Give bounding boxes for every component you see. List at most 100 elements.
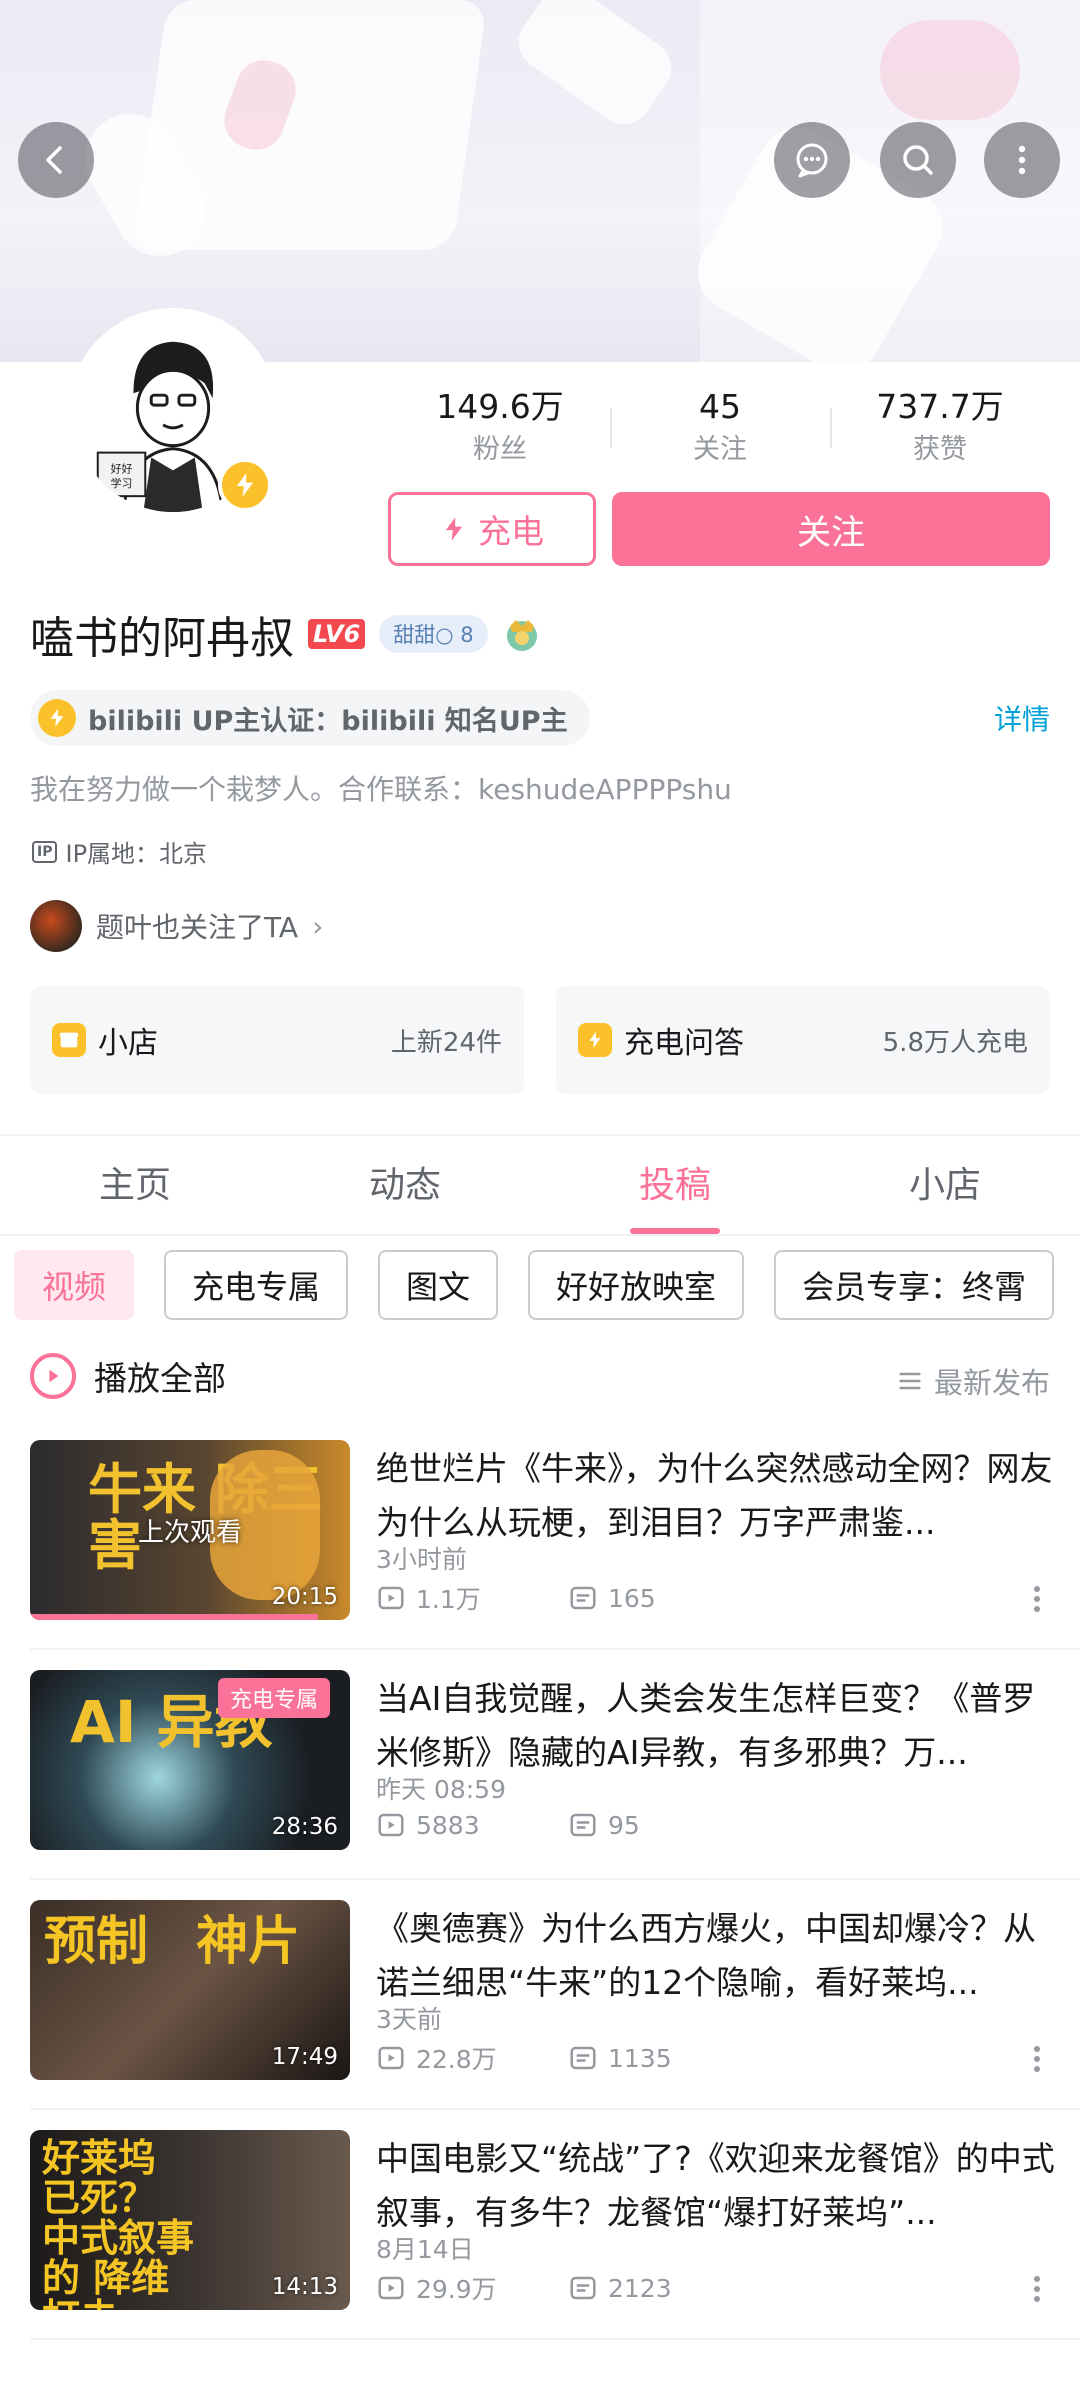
verified-lightning-icon: [38, 699, 76, 737]
charge-qa-card[interactable]: 充电问答 5.8万人充电: [556, 986, 1050, 1094]
stat-label: 关注: [693, 434, 747, 465]
play-all-label: 播放全部: [94, 1359, 226, 1398]
stat-value: 45: [699, 387, 741, 426]
tab-uploads[interactable]: 投稿: [540, 1148, 810, 1234]
charge-button[interactable]: 充电: [388, 492, 596, 566]
more-vertical-icon[interactable]: [1034, 1582, 1042, 1616]
verification-badge: bilibili UP主认证：bilibili 知名UP主: [30, 690, 590, 746]
card-subtitle: 5.8万人充电: [882, 1027, 1028, 1058]
tab-dynamic[interactable]: 动态: [270, 1148, 540, 1234]
video-thumbnail: 牛来 除三害 上次观看 20:15: [30, 1440, 350, 1620]
video-item[interactable]: 好莱坞 已死？ 中式叙事的 降维打击 14:13 中国电影又“统战”了?《欢迎来…: [30, 2130, 1080, 2360]
filter-video[interactable]: 视频: [14, 1250, 135, 1320]
video-publish-time: 3天前: [376, 2005, 442, 2034]
details-link[interactable]: 详情: [994, 698, 1050, 738]
ip-location-text: IP属地：北京: [65, 840, 208, 868]
ip-location: IP IP属地：北京: [32, 834, 207, 869]
message-button[interactable]: [774, 122, 850, 198]
card-title: 充电问答: [624, 1026, 744, 1061]
charge-qa-icon: [578, 1023, 612, 1057]
video-duration: 28:36: [271, 1814, 338, 1840]
search-icon: [903, 145, 933, 175]
filter-cinema[interactable]: 好好放映室: [528, 1250, 745, 1320]
video-title: 绝世烂片《牛来》，为什么突然感动全网？网友为什么从玩梗，到泪目？万字严肃鉴...: [376, 1449, 1053, 1542]
tab-home[interactable]: 主页: [0, 1148, 270, 1234]
follow-button-label: 关注: [797, 512, 865, 553]
video-item[interactable]: 牛来 除三害 上次观看 20:15 绝世烂片《牛来》，为什么突然感动全网？网友为…: [30, 1440, 1080, 1670]
video-thumbnail: 好莱坞 已死？ 中式叙事的 降维打击 14:13: [30, 2130, 350, 2310]
video-publish-time: 8月14日: [376, 2235, 474, 2264]
video-duration: 20:15: [271, 1584, 338, 1610]
danmaku-icon: [570, 2276, 596, 2300]
bio: 我在努力做一个栽梦人。合作联系：keshudeAPPPPshu: [30, 773, 732, 806]
filter-member-exclusive[interactable]: 会员专享：终霄: [774, 1250, 1055, 1320]
profile-stats: 149.6万 粉丝 45 关注 737.7万 获赞: [390, 384, 1050, 474]
verification-text: bilibili UP主认证：bilibili 知名UP主: [88, 705, 568, 737]
avatar-book-text: 好好: [111, 461, 133, 475]
view-count: 1.1万: [416, 1585, 481, 1614]
name-row: 嗑书的阿冉叔 LV6 甜甜○ 8: [30, 604, 542, 664]
video-publish-time: 昨天 08:59: [376, 1775, 506, 1804]
item-divider: [30, 2108, 1080, 2110]
danmaku-icon: [570, 1586, 596, 1610]
video-title: 中国电影又“统战”了?《欢迎来龙餐馆》的中式叙事，有多牛？龙餐馆“爆打好莱坞”.…: [376, 2139, 1055, 2232]
video-title: 《奥德赛》为什么西方爆火，中国却爆冷？从诺兰细思“牛来”的12个隐喻，看好莱坞.…: [376, 1909, 1036, 2002]
stat-label: 粉丝: [473, 434, 527, 465]
stat-value: 149.6万: [436, 387, 564, 426]
back-arrow-icon: [46, 146, 62, 174]
danmaku-count: 1135: [608, 2043, 672, 2073]
tab-shop[interactable]: 小店: [810, 1148, 1080, 1234]
filter-charge-exclusive[interactable]: 充电专属: [164, 1250, 349, 1320]
more-button[interactable]: [984, 122, 1060, 198]
fan-medal[interactable]: 甜甜○ 8: [379, 615, 488, 653]
chevron-right-icon: ›: [312, 909, 324, 943]
view-count: 29.9万: [416, 2275, 497, 2304]
back-button[interactable]: [18, 122, 94, 198]
lightning-icon: [445, 517, 463, 541]
watch-progress-bar: [30, 1614, 318, 1620]
list-icon: [899, 1372, 921, 1390]
more-vertical-icon[interactable]: [1034, 2272, 1042, 2306]
stat-following[interactable]: 45 关注: [610, 384, 830, 474]
danmaku-count: 165: [608, 1583, 656, 1613]
mutual-follow-text: 题叶也关注了TA: [96, 911, 299, 944]
card-title: 小店: [98, 1026, 158, 1061]
filter-articles[interactable]: 图文: [378, 1250, 499, 1320]
view-count: 5883: [416, 1810, 480, 1840]
follow-button[interactable]: 关注: [612, 492, 1050, 566]
danmaku-icon: [570, 2046, 596, 2070]
content-filter-chips: 视频 充电专属 图文 好好放映室 会员专享：终霄: [14, 1250, 1055, 1320]
danmaku-count: 2123: [608, 2273, 672, 2303]
banner-shape: [507, 0, 683, 135]
video-duration: 14:13: [271, 2274, 338, 2300]
play-all-button[interactable]: 播放全部: [30, 1352, 226, 1400]
vip-badge-icon[interactable]: [502, 614, 542, 654]
video-meta: 1.1万 165: [376, 1580, 760, 1616]
stat-value: 737.7万: [876, 387, 1004, 426]
avatar-book-text: 学习: [111, 476, 133, 490]
stat-likes[interactable]: 737.7万 获赞: [830, 384, 1050, 474]
item-divider: [30, 1878, 1080, 1880]
sort-button[interactable]: 最新发布: [896, 1360, 1050, 1402]
profile-tabs: 主页 动态 投稿 小店: [0, 1148, 1080, 1234]
sort-label: 最新发布: [933, 1366, 1050, 1400]
shop-icon: [52, 1023, 86, 1057]
mutual-follow[interactable]: 题叶也关注了TA ›: [30, 900, 323, 952]
more-vertical-icon[interactable]: [1034, 2042, 1042, 2076]
video-item[interactable]: AI 异教 充电专属 28:36 当AI自我觉醒，人类会发生怎样巨变？《普罗米修…: [30, 1670, 1080, 1900]
video-item[interactable]: 预制 神片 17:49 《奥德赛》为什么西方爆火，中国却爆冷？从诺兰细思“牛来”…: [30, 1900, 1080, 2130]
search-button[interactable]: [880, 122, 956, 198]
section-divider: [0, 1134, 1080, 1136]
stat-fans[interactable]: 149.6万 粉丝: [390, 384, 610, 474]
charge-badge-icon: [218, 458, 272, 512]
video-meta: 5883 95: [376, 1810, 760, 1840]
mutual-avatar: [30, 900, 82, 952]
play-count-icon: [378, 1813, 404, 1837]
danmaku-icon: [570, 1813, 596, 1837]
level-badge: LV6: [308, 619, 366, 649]
danmaku-count: 95: [608, 1810, 640, 1840]
shop-card[interactable]: 小店 上新24件: [30, 986, 524, 1094]
thumbnail-text: 好莱坞 已死？ 中式叙事的 降维打击: [42, 2136, 195, 2310]
video-meta: 29.9万 2123: [376, 2270, 760, 2306]
video-title: 当AI自我觉醒，人类会发生怎样巨变？《普罗米修斯》隐藏的AI异教，有多邪典？万.…: [376, 1679, 1036, 1772]
